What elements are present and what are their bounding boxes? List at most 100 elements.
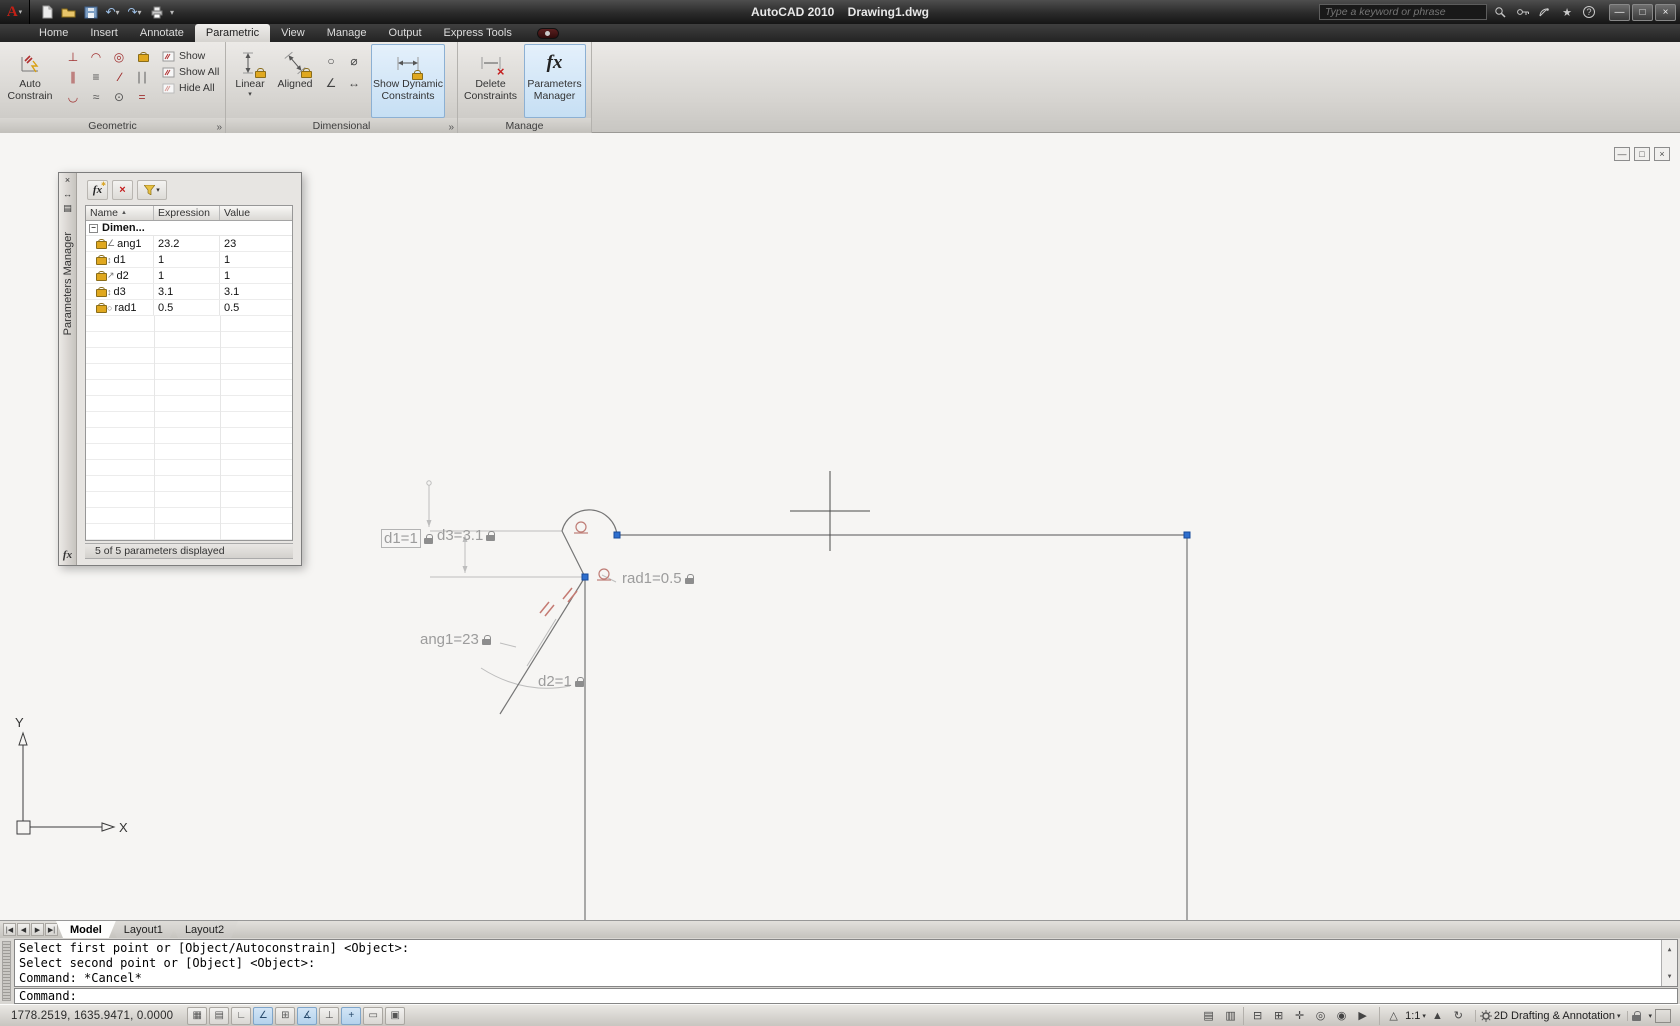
favorites-star-icon[interactable]: ★ xyxy=(1559,5,1575,20)
show-dynamic-constraints-button[interactable]: Show Dynamic Constraints xyxy=(371,44,445,118)
palette-properties-icon[interactable]: ▤ xyxy=(63,204,72,213)
tab-insert[interactable]: Insert xyxy=(79,24,129,42)
coordinates-readout[interactable]: 1778.2519, 1635.9471, 0.0000 xyxy=(11,1010,173,1022)
constraint-label-d1[interactable]: d1=1 xyxy=(381,529,433,548)
help-search-box[interactable] xyxy=(1319,4,1487,20)
plot-button[interactable] xyxy=(148,4,165,21)
otrack-toggle[interactable]: ∡ xyxy=(297,1006,318,1025)
chevron-down-icon[interactable]: ▾ xyxy=(1422,1012,1426,1020)
annotation-scale-value[interactable]: 1:1 xyxy=(1405,1010,1420,1022)
convert-constraint-icon[interactable]: ↔ xyxy=(343,72,365,93)
zoom-icon[interactable]: ◎ xyxy=(1311,1007,1330,1025)
annotation-visibility-icon[interactable]: ▲ xyxy=(1428,1007,1447,1025)
tab-parametric[interactable]: Parametric xyxy=(194,24,271,42)
tab-layout1[interactable]: Layout1 xyxy=(110,921,177,938)
palette-title-strip[interactable]: × ↔ ▤ Parameters Manager fx xyxy=(59,173,77,565)
fix-constraint-icon[interactable] xyxy=(131,47,153,66)
column-header-value[interactable]: Value xyxy=(220,206,292,220)
tab-express-tools[interactable]: Express Tools xyxy=(433,24,523,42)
search-icon[interactable] xyxy=(1493,5,1509,20)
grid-toggle[interactable]: ▤ xyxy=(209,1006,230,1025)
parameter-row[interactable]: ↕ d3 3.1 3.1 xyxy=(86,284,292,300)
save-button[interactable] xyxy=(82,4,99,21)
parameters-manager-button[interactable]: fx Parameters Manager xyxy=(523,44,586,118)
collinear-constraint-icon[interactable]: ∕∕ xyxy=(108,67,130,86)
first-tab-button[interactable]: |◀ xyxy=(3,923,16,936)
equal-constraint-icon[interactable]: = xyxy=(131,87,153,106)
scroll-down-icon[interactable]: ▼ xyxy=(1668,967,1672,986)
quick-view-drawings-icon[interactable]: ⊞ xyxy=(1269,1007,1288,1025)
osnap-toggle[interactable]: ⊞ xyxy=(275,1006,296,1025)
manage-panel-label[interactable]: Manage xyxy=(458,118,591,133)
horizontal-constraint-icon[interactable]: ≡ xyxy=(85,67,107,86)
smooth-constraint-icon[interactable]: ◡ xyxy=(62,87,84,106)
minimize-button[interactable]: — xyxy=(1609,3,1630,21)
new-file-button[interactable] xyxy=(38,4,55,21)
palette-autohide-icon[interactable]: ↔ xyxy=(63,190,72,199)
next-tab-button[interactable]: ▶ xyxy=(31,923,44,936)
pan-icon[interactable]: ✛ xyxy=(1290,1007,1309,1025)
show-motion-icon[interactable]: ▶ xyxy=(1353,1007,1372,1025)
qat-customize-button[interactable]: ▾ xyxy=(170,8,174,17)
drawing-restore-button[interactable]: □ xyxy=(1634,147,1650,161)
tangent-constraint-markers[interactable] xyxy=(574,521,611,581)
constraint-label-rad1[interactable]: rad1=0.5 xyxy=(622,570,694,587)
command-history[interactable]: Select first point or [Object/Autoconstr… xyxy=(14,939,1678,987)
layout-space-icon[interactable]: ▥ xyxy=(1221,1007,1240,1025)
application-menu-button[interactable]: A ▾ xyxy=(0,0,30,24)
parallel-constraint-markers[interactable] xyxy=(539,587,578,617)
lwt-toggle[interactable]: ▭ xyxy=(363,1006,384,1025)
diameter-constraint-icon[interactable]: ⌀ xyxy=(343,50,365,71)
ortho-toggle[interactable]: ∟ xyxy=(231,1006,252,1025)
tangent-constraint-icon[interactable]: ◠ xyxy=(85,47,107,66)
geometric-panel-label[interactable]: Geometric » xyxy=(0,118,225,133)
profile-geometry[interactable] xyxy=(499,509,1188,920)
grip[interactable] xyxy=(613,531,621,539)
steering-wheel-icon[interactable]: ◉ xyxy=(1332,1007,1351,1025)
grip[interactable] xyxy=(581,573,589,581)
constraint-label-ang1[interactable]: ang1=23 xyxy=(420,631,491,648)
command-prompt[interactable]: Command: xyxy=(14,988,1678,1004)
parameter-row[interactable]: ↕ d1 1 1 xyxy=(86,252,292,268)
concentric-constraint-icon[interactable]: ◎ xyxy=(108,47,130,66)
delete-parameter-button[interactable]: × xyxy=(112,180,133,200)
dyn-toggle[interactable]: + xyxy=(341,1006,362,1025)
delete-constraints-button[interactable]: × Delete Constraints xyxy=(464,44,518,118)
dimensional-panel-label[interactable]: Dimensional » xyxy=(226,118,457,133)
search-input[interactable] xyxy=(1320,6,1486,18)
aligned-constraint-button[interactable]: Aligned xyxy=(272,44,318,118)
help-icon[interactable]: ? xyxy=(1581,5,1597,20)
quick-view-layouts-icon[interactable]: ⊟ xyxy=(1248,1007,1267,1025)
new-parameter-button[interactable]: fx ✱ xyxy=(87,180,108,200)
tab-home[interactable]: Home xyxy=(28,24,79,42)
drawing-canvas[interactable]: Y X d1=1 d3=3.1 rad1=0.5 ang1=23 d2=1 — … xyxy=(0,133,1680,920)
filter-button[interactable]: ▾ xyxy=(137,180,167,200)
parallel-constraint-icon[interactable]: ∥ xyxy=(62,67,84,86)
model-space-icon[interactable]: ▤ xyxy=(1199,1007,1218,1025)
radius-constraint-icon[interactable]: ○ xyxy=(320,50,342,71)
dialog-launcher-icon[interactable]: » xyxy=(216,122,222,133)
tab-manage[interactable]: Manage xyxy=(316,24,378,42)
toolbar-lock[interactable] xyxy=(1627,1010,1645,1021)
parameter-row[interactable]: ↗ d2 1 1 xyxy=(86,268,292,284)
angular-constraint-icon[interactable]: ∠ xyxy=(320,72,342,93)
snap-toggle[interactable]: ▦ xyxy=(187,1006,208,1025)
scroll-up-icon[interactable]: ▲ xyxy=(1668,940,1672,959)
tab-annotate[interactable]: Annotate xyxy=(129,24,195,42)
tab-output[interactable]: Output xyxy=(378,24,433,42)
undo-button[interactable]: ↶ ▾ xyxy=(104,4,121,21)
ribbon-minimize-button[interactable] xyxy=(536,28,559,39)
prev-tab-button[interactable]: ◀ xyxy=(17,923,30,936)
close-button[interactable]: × xyxy=(1655,3,1676,21)
parameter-row[interactable]: ∠ ang1 23.2 23 xyxy=(86,236,292,252)
annotation-autoscale-icon[interactable]: ↻ xyxy=(1449,1007,1468,1025)
command-window-grip[interactable] xyxy=(2,941,11,1001)
constraint-label-d3[interactable]: d3=3.1 xyxy=(437,527,496,544)
hide-all-constraints-button[interactable]: Hide All xyxy=(162,82,219,94)
status-menu-arrow-icon[interactable]: ▾ xyxy=(1648,1012,1652,1020)
show-all-constraints-button[interactable]: Show All xyxy=(162,66,219,78)
command-scrollbar[interactable]: ▲ ▼ xyxy=(1661,940,1677,986)
palette-close-icon[interactable]: × xyxy=(65,176,70,185)
column-header-name[interactable]: Name ▲ xyxy=(86,206,154,220)
tab-model[interactable]: Model xyxy=(56,921,116,938)
